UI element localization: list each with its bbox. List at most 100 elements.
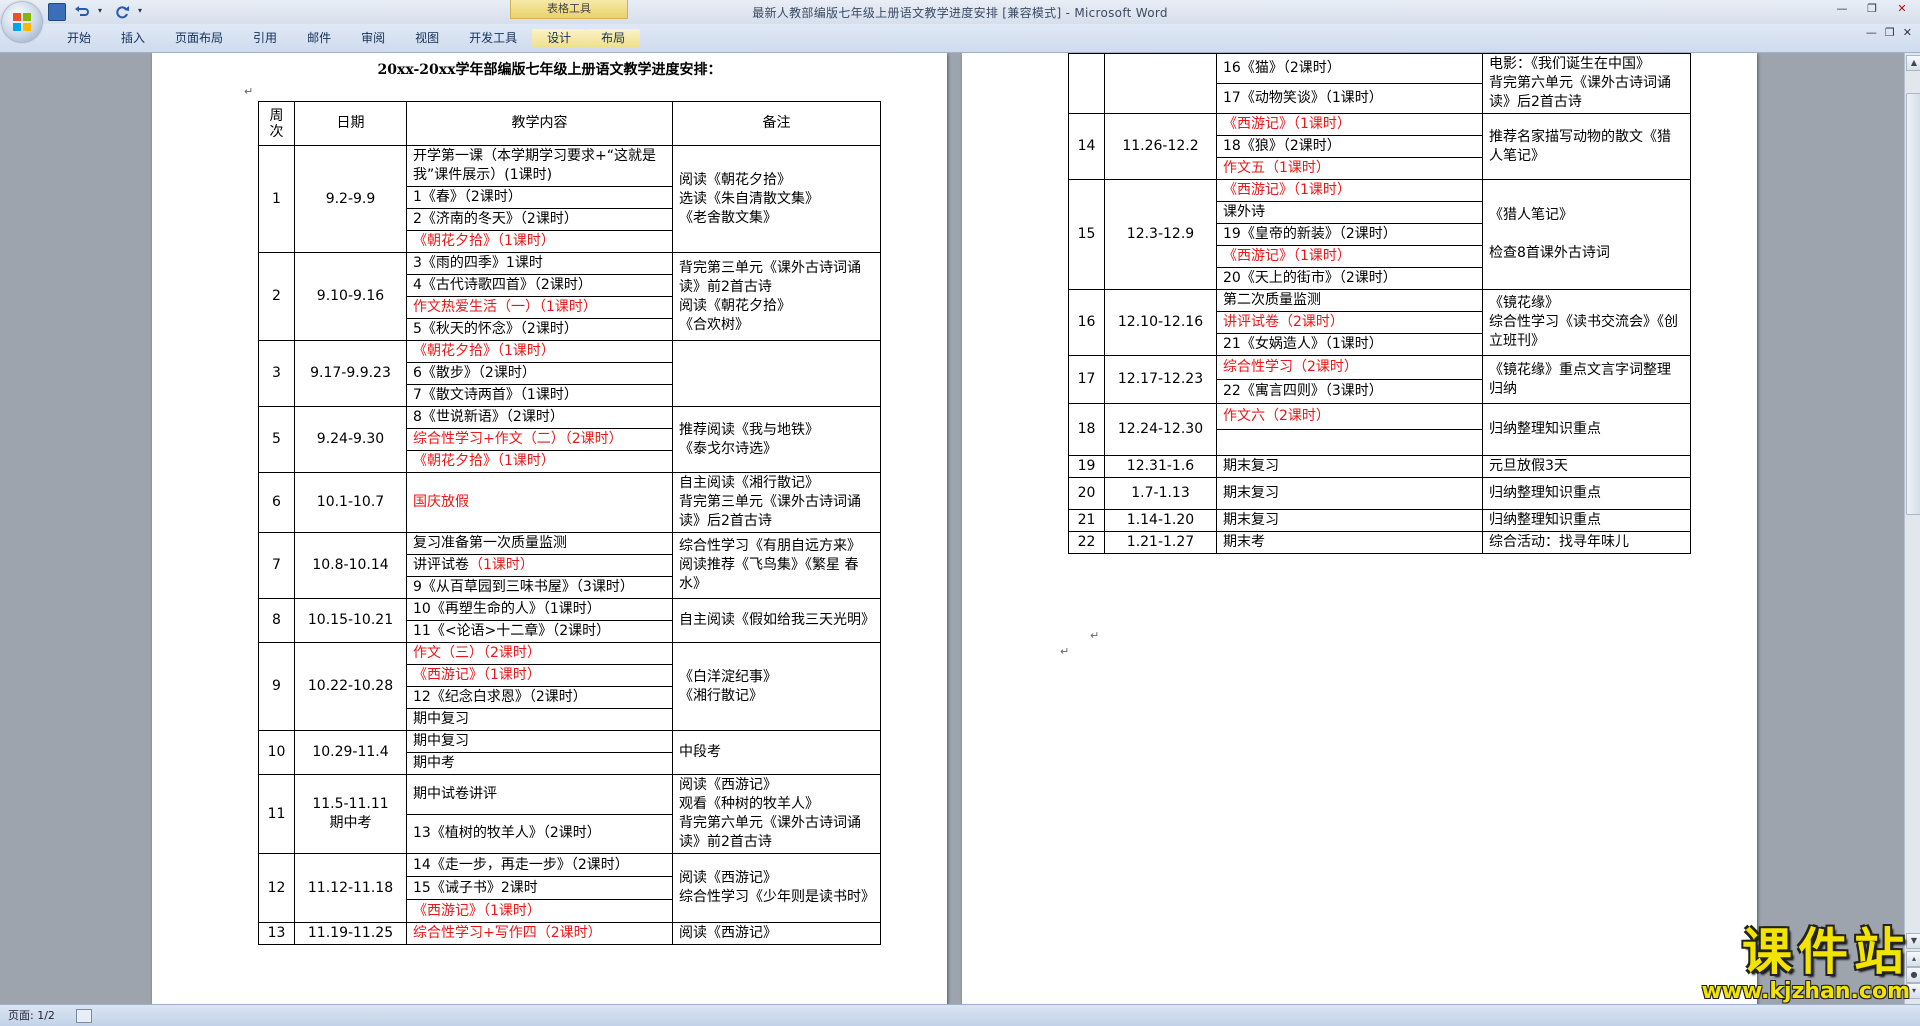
- proofing-icon[interactable]: [76, 1009, 92, 1023]
- week-cell: 14: [1068, 113, 1105, 180]
- date-cell: 12.3-12.9: [1104, 179, 1217, 290]
- date-cell: 12.31-1.6: [1104, 455, 1217, 478]
- note-cell: 《镜花缘》 综合性学习《读书交流会》《创立班刊》: [1482, 289, 1691, 356]
- content-cell: 4《古代诗歌四首》（2课时）: [406, 274, 673, 297]
- note-cell: 元旦放假3天: [1482, 455, 1691, 478]
- schedule-table-page1: 周次 日期 教学内容 备注 1 9.2-9.9 开学第一课（本学期学习要求+“这就是…: [258, 101, 881, 945]
- week-cell: 13: [258, 922, 295, 945]
- week-cell: 6: [258, 472, 295, 533]
- ribbon-minimize-icon[interactable]: —: [1866, 26, 1877, 39]
- table-row: 17 12.17-12.23 综合性学习（2课时） 《镜花缘》重点文言字词整理归纳: [1068, 355, 1691, 404]
- content-cell: 14《走一步，再走一步》（2课时）: [406, 853, 673, 877]
- table-row: 16《猫》（2课时） 电影：《我们诞生在中国》 背完第六单元《课外古诗词诵读》后2…: [1068, 53, 1691, 114]
- content-cell: 《朝花夕拾》（1课时）: [406, 340, 673, 363]
- table-row: 15 12.3-12.9 《西游记》（1课时） 《猎人笔记》 检查8首课外古诗词: [1068, 179, 1691, 290]
- vertical-scrollbar[interactable]: ▲ ▼ ▴ ● ▾: [1904, 53, 1920, 1004]
- note-cell: 归纳整理知识重点: [1482, 509, 1691, 532]
- note-cell: 推荐阅读《我与地铁》 《泰戈尔诗选》: [672, 406, 881, 473]
- content-cell: 《西游记》（1课时）: [406, 664, 673, 687]
- note-cell: 阅读《西游记》 观看《种树的牧羊人》 背完第六单元《课外古诗词诵读》前2首古诗: [672, 774, 881, 854]
- table-row: 3 9.17-9.9.23 《朝花夕拾》（1课时）: [258, 340, 881, 407]
- date-cell: 11.19-11.25: [294, 922, 407, 945]
- content-cell: 期中试卷讲评: [406, 774, 673, 815]
- note-cell: 阅读《西游记》: [672, 922, 881, 945]
- date-cell: 10.1-10.7: [294, 472, 407, 533]
- tab-home[interactable]: 开始: [52, 29, 106, 47]
- tab-layout[interactable]: 布局: [586, 29, 641, 47]
- note-cell: 自主阅读《假如给我三天光明》: [672, 598, 881, 643]
- restore-icon[interactable]: ❐: [1860, 0, 1884, 17]
- tab-insert[interactable]: 插入: [106, 29, 160, 47]
- content-cell: 《朝花夕拾》（1课时）: [406, 230, 673, 253]
- content-cell: 《朝花夕拾》（1课时）: [406, 450, 673, 473]
- header-date: 日期: [294, 101, 407, 146]
- date-cell: 10.29-11.4: [294, 730, 407, 775]
- week-cell: 19: [1068, 455, 1105, 478]
- close-icon[interactable]: ✕: [1890, 0, 1914, 17]
- content-cell: 2《济南的冬天》（2课时）: [406, 208, 673, 231]
- content-cell: 作文热爱生活（一）（1课时）: [406, 296, 673, 319]
- ribbon-tabs: 开始 插入 页面布局 引用 邮件 审阅 视图 开发工具 设计 布局: [52, 29, 641, 47]
- page-2: 16《猫》（2课时） 电影：《我们诞生在中国》 背完第六单元《课外古诗词诵读》后2…: [962, 53, 1757, 1004]
- minimize-icon[interactable]: —: [1830, 0, 1854, 17]
- page-indicator[interactable]: 页面: 1/2: [8, 1005, 55, 1026]
- note-cell: 阅读《西游记》 综合性学习《少年则是读书时》: [672, 853, 881, 923]
- week-cell: 10: [258, 730, 295, 775]
- date-cell: 1.14-1.20: [1104, 509, 1217, 532]
- content-cell: 《西游记》（1课时）: [1216, 179, 1483, 202]
- note-cell: 推荐名家描写动物的散文《猎人笔记》: [1482, 113, 1691, 180]
- table-row: 7 10.8-10.14 复习准备第一次质量监测 综合性学习《有朋自远方来》阅读推荐《…: [258, 532, 881, 599]
- content-cell: 期中复习: [406, 708, 673, 731]
- scroll-thumb[interactable]: [1906, 93, 1920, 515]
- content-cell: 19《皇帝的新装》（2课时）: [1216, 223, 1483, 246]
- content-cell: 综合性学习+写作四（2课时）: [406, 922, 673, 945]
- ribbon-restore-icon[interactable]: ❐: [1885, 26, 1895, 39]
- content-cell: 3《雨的四季》1课时: [406, 252, 673, 275]
- document-title: 20xx-20xx学年部编版七年级上册语文教学进度安排：: [377, 62, 722, 78]
- ribbon-close-icon[interactable]: ✕: [1903, 26, 1912, 39]
- table-row: 19 12.31-1.6 期末复习 元旦放假3天: [1068, 455, 1691, 478]
- date-cell: [1104, 53, 1217, 114]
- watermark-brand: 课件站: [1742, 923, 1910, 981]
- scroll-up-icon[interactable]: ▲: [1906, 55, 1920, 71]
- content-cell: 期末复习: [1216, 509, 1483, 532]
- table-row: 12 11.12-11.18 14《走一步，再走一步》（2课时） 阅读《西游记》 综合…: [258, 853, 881, 923]
- ribbon: 开始 插入 页面布局 引用 邮件 审阅 视图 开发工具 设计 布局 — ❐ ✕: [0, 24, 1920, 53]
- document-area: 20xx-20xx学年部编版七年级上册语文教学进度安排： ↵ 周次 日期 教学内…: [0, 53, 1904, 1004]
- content-cell: 作文六（2课时）: [1216, 403, 1483, 430]
- date-cell: 11.5-11.11 期中考: [294, 774, 407, 854]
- content-cell: 讲评试卷（1课时）: [406, 554, 673, 577]
- content-cell: 《西游记》（1课时）: [1216, 113, 1483, 136]
- table-row: 9 10.22-10.28 作文（三）（2课时） 《白洋淀纪事》 《湘行散记》: [258, 642, 881, 731]
- tab-view[interactable]: 视图: [400, 29, 454, 47]
- tab-mailings[interactable]: 邮件: [292, 29, 346, 47]
- watermark-url: www.kjzhan.com: [1701, 979, 1910, 1004]
- week-cell: 8: [258, 598, 295, 643]
- office-logo-icon: [13, 13, 31, 31]
- content-cell: 11《<论语>十二章》（2课时）: [406, 620, 673, 643]
- content-cell: 期中考: [406, 752, 673, 775]
- content-suffix: （1课时）: [469, 557, 534, 573]
- note-cell: [672, 340, 881, 407]
- tab-developer[interactable]: 开发工具: [454, 29, 532, 47]
- tab-references[interactable]: 引用: [238, 29, 292, 47]
- content-cell: 开学第一课（本学期学习要求+“这就是我”课件展示）(1课时): [406, 145, 673, 187]
- week-cell: 20: [1068, 477, 1105, 510]
- note-cell: 归纳整理知识重点: [1482, 477, 1691, 510]
- note-cell: 自主阅读《湘行散记》 背完第三单元《课外古诗词诵读》后2首古诗: [672, 472, 881, 533]
- tab-page-layout[interactable]: 页面布局: [160, 29, 238, 47]
- date-cell: 10.8-10.14: [294, 532, 407, 599]
- table-row: 10 10.29-11.4 期中复习 中段考: [258, 730, 881, 775]
- content-cell: 期末复习: [1216, 477, 1483, 510]
- content-cell: 期末复习: [1216, 455, 1483, 478]
- site-watermark: 课件站 www.kjzhan.com: [1648, 924, 1910, 1004]
- tab-design[interactable]: 设计: [532, 29, 587, 47]
- content-cell: 10《再塑生命的人》（1课时）: [406, 598, 673, 621]
- page-1: 20xx-20xx学年部编版七年级上册语文教学进度安排： ↵ 周次 日期 教学内…: [152, 53, 947, 1004]
- content-cell: 22《寓言四则》（3课时）: [1216, 379, 1483, 404]
- note-cell: 《镜花缘》重点文言字词整理归纳: [1482, 355, 1691, 404]
- table-row: 5 9.24-9.30 8《世说新语》（2课时） 推荐阅读《我与地铁》 《泰戈尔诗选》: [258, 406, 881, 473]
- office-button[interactable]: [2, 2, 42, 42]
- tab-review[interactable]: 审阅: [346, 29, 400, 47]
- header-week: 周次: [258, 101, 295, 146]
